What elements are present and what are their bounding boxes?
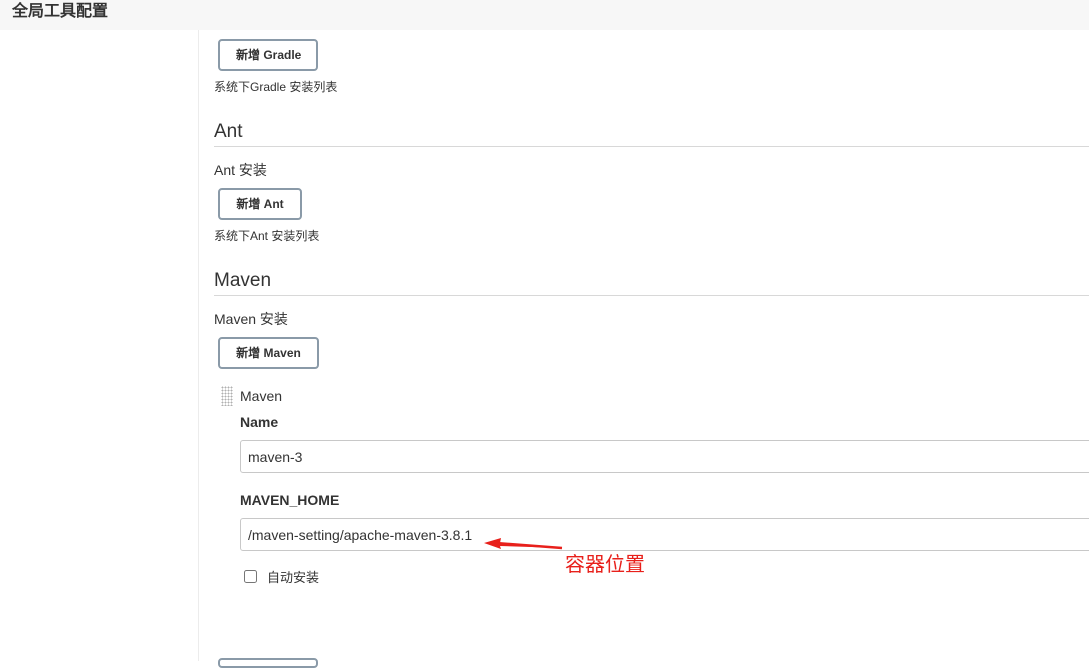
add-ant-button[interactable]: 新增 Ant <box>218 188 302 220</box>
main-content: 新增 Gradle 系统下Gradle 安装列表 Ant Ant 安装 新增 A… <box>0 0 1089 668</box>
ant-install-label: Ant 安装 <box>214 162 267 178</box>
gradle-list-description: 系统下Gradle 安装列表 <box>214 80 338 94</box>
auto-install-checkbox[interactable] <box>244 570 257 583</box>
maven-home-field-label: MAVEN_HOME <box>240 492 340 508</box>
maven-home-input[interactable] <box>240 518 1089 551</box>
name-input[interactable] <box>240 440 1089 473</box>
maven-install-label: Maven 安装 <box>214 311 288 327</box>
ant-section-divider <box>214 146 1089 147</box>
drag-handle-icon[interactable] <box>221 386 233 406</box>
annotation-text: 容器位置 <box>565 554 645 576</box>
name-field-label: Name <box>240 414 279 430</box>
maven-section-heading: Maven <box>214 270 272 291</box>
maven-item-title: Maven <box>240 388 283 404</box>
next-button-partial[interactable] <box>218 658 318 668</box>
auto-install-label: 自动安装 <box>267 570 320 585</box>
add-gradle-button[interactable]: 新增 Gradle <box>218 39 318 71</box>
ant-list-description: 系统下Ant 安装列表 <box>214 229 320 243</box>
ant-section-heading: Ant <box>214 121 243 142</box>
add-maven-button[interactable]: 新增 Maven <box>218 337 319 369</box>
maven-section-divider <box>214 295 1089 296</box>
